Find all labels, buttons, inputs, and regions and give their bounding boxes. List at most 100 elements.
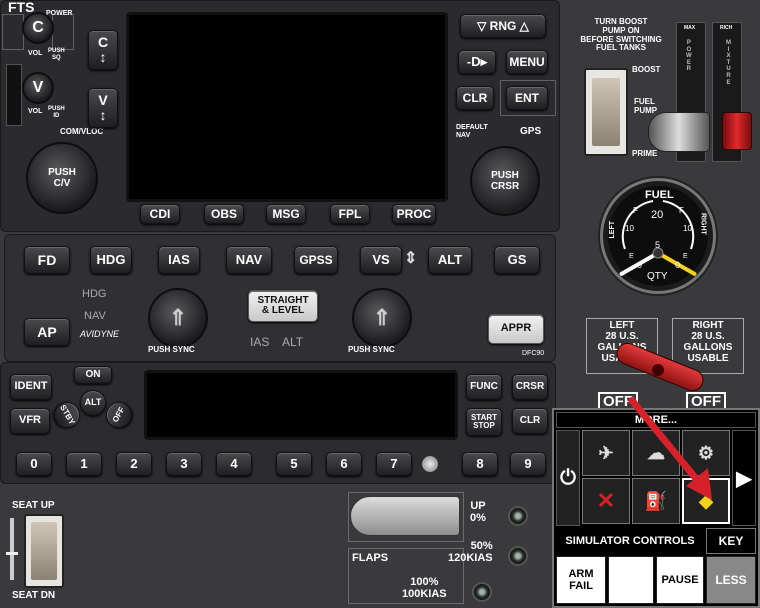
gauge-0-right: 0 [675,260,681,270]
vloc-volume-knob[interactable]: V [22,72,54,104]
flaps-label: FLAPS [352,552,389,564]
fd-button[interactable]: FD [24,246,70,274]
gauge-qty: QTY [647,271,668,282]
clr-button[interactable]: CLR [456,86,494,110]
hdg-button[interactable]: HDG [90,246,132,274]
gpss-button[interactable]: GPSS [294,246,338,274]
appr-button[interactable]: APPR [488,314,544,344]
pause-button[interactable]: PAUSE [656,556,704,604]
digit-5-button[interactable]: 5 [276,452,312,476]
digit-0-button[interactable]: 0 [16,452,52,476]
seat-rocker-icon [31,522,57,580]
com-swap-button[interactable]: C ↕ [88,30,118,70]
gps-screen [126,12,448,202]
nav-button[interactable]: NAV [226,246,272,274]
gauge-f-left: F [633,206,638,215]
vs-button[interactable]: VS [360,246,402,274]
seat-up-label: SEAT UP [12,500,55,511]
menu-button[interactable]: MENU [506,50,548,74]
obs-button[interactable]: OBS [204,204,244,224]
xpdr-clr-button[interactable]: CLR [512,408,548,434]
ident-button[interactable]: IDENT [10,374,52,400]
gauge-10-left: 10 [625,224,634,233]
digit-7-button[interactable]: 7 [376,452,412,476]
less-button[interactable]: LESS [706,556,756,604]
on-button[interactable]: ON [74,366,112,384]
boost-label: BOOST [632,65,661,74]
digit-2-button[interactable]: 2 [116,452,152,476]
start-stop-button[interactable]: START STOP [466,408,502,436]
flaps-handle[interactable] [350,496,460,536]
mixture-lever-label: M I X T U R E [726,40,731,86]
push-sync-left-label: PUSH SYNC [148,345,195,354]
digit-4-button[interactable]: 4 [216,452,252,476]
gauge-5: 5 [655,240,661,250]
nav-swap-button[interactable]: V ↕ [88,88,118,128]
fuel-pump-rocker-icon [592,78,620,146]
key-button[interactable]: KEY [706,528,756,554]
arm-fail-button[interactable]: ARM FAIL [556,556,606,604]
push-sync-right-label: PUSH SYNC [348,345,395,354]
digit-9-button[interactable]: 9 [510,452,546,476]
seat-switch[interactable] [24,514,64,588]
func-button[interactable]: FUNC [466,374,502,400]
gauge-20: 20 [651,209,664,221]
gauge-e-left: E [629,253,634,260]
gauge-right-label: RIGHT [699,213,707,235]
digit-3-button[interactable]: 3 [166,452,202,476]
fuel-selector-hub [652,364,664,376]
flaps-full-light [472,582,492,602]
vs-arrows-icon[interactable]: ⇕ [404,250,417,268]
msg-button[interactable]: MSG [266,204,306,224]
power-lever-max: MAX [684,25,696,31]
mixture-lever[interactable] [722,112,752,150]
digit-8-button[interactable]: 8 [462,452,498,476]
push-id-label: PUSH ID [48,106,65,119]
ent-hotspot[interactable] [500,80,556,116]
gauge-0-left: 0 [637,260,643,270]
direct-to-button[interactable]: -D▸ [458,50,496,74]
push-crsr-knob[interactable]: PUSH CRSR [470,146,540,216]
alt-knob[interactable]: ⇑ [352,288,412,348]
proc-button[interactable]: PROC [392,204,436,224]
ap-button[interactable]: AP [24,318,70,346]
fuel-pump-label: FUEL PUMP [634,97,658,115]
next-page-icon[interactable]: ▶ [732,430,756,526]
crsr-button[interactable]: CRSR [512,374,548,400]
power-toggle[interactable]: ⏻ [556,430,580,526]
vfr-button[interactable]: VFR [10,408,50,434]
boost-note: TURN BOOST PUMP ON BEFORE SWITCHING FUEL… [580,17,662,53]
power-lever[interactable] [648,112,710,152]
com-vloc-label: COM/VLOC [60,127,104,136]
push-cv-knob[interactable]: PUSH C/V [26,142,98,214]
ias-button[interactable]: IAS [158,246,200,274]
range-button[interactable]: ▽ RNG △ [460,14,546,38]
cdi-button[interactable]: CDI [140,204,180,224]
volume-left-hotspot[interactable] [2,14,24,50]
flaps-up-label: UP 0% [470,500,486,525]
hdg-knob[interactable]: ⇑ [148,288,208,348]
hdg-knob-label-top: HDG [82,288,107,300]
mixture-lever-rich: RICH [720,25,733,31]
digit-6-button[interactable]: 6 [326,452,362,476]
right-tank-label: RIGHT 28 U.S. GALLONS USABLE [683,320,733,364]
fpl-button[interactable]: FPL [330,204,370,224]
dfc90-label: DFC90 [522,350,545,357]
avidyne-logo: AVIDYNE [80,329,120,339]
alt-button[interactable]: ALT [428,246,472,274]
flaps-up-light [508,506,528,526]
straight-level-button[interactable]: STRAIGHT & LEVEL [248,290,318,322]
com-volume-knob[interactable]: C [22,12,54,44]
fuel-gauge: FUEL 20 F F 10 10 5 LEFT RIGHT E E 0 0 Q… [600,178,716,294]
blank-button[interactable] [608,556,654,604]
gs-button[interactable]: GS [494,246,540,274]
gauge-title: FUEL [645,189,674,201]
com-vol-label: VOL [28,50,43,57]
digit-1-button[interactable]: 1 [66,452,102,476]
volume-right-hotspot[interactable] [52,14,74,50]
fuel-pump-switch[interactable] [584,68,628,156]
simulator-controls-title: SIMULATOR CONTROLS [556,528,704,554]
ias-alt-label[interactable]: IAS ALT [250,335,303,349]
alt-mode-button[interactable]: ALT [80,390,106,416]
com-vol-bar-left[interactable] [6,64,22,126]
